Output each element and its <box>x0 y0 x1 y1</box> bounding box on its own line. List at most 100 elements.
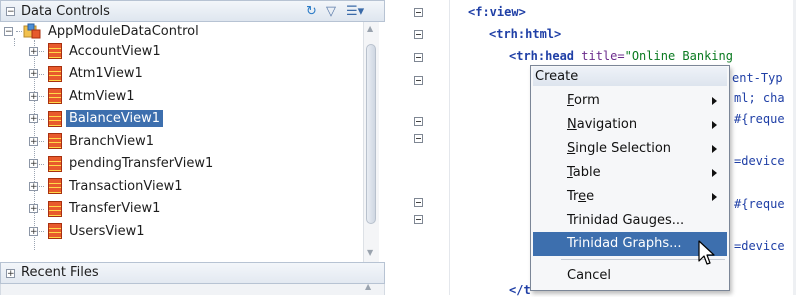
collapse-icon[interactable]: − <box>6 7 15 17</box>
expand-icon[interactable]: + <box>6 269 15 279</box>
expand-toggle-icon[interactable]: + <box>29 46 38 56</box>
view-object-icon <box>48 110 62 127</box>
submenu-arrow-icon <box>712 121 717 129</box>
expand-toggle-icon[interactable]: + <box>29 136 38 146</box>
code-text: #{reque <box>734 197 785 211</box>
fold-icon[interactable] <box>414 30 423 39</box>
view-object-icon <box>48 133 62 149</box>
view-object-icon <box>48 65 62 82</box>
tree-item-row[interactable]: + BranchView1 <box>29 131 157 151</box>
tree-scrollbar[interactable]: ▲ ▼ <box>363 22 379 262</box>
view-object-icon <box>48 43 62 59</box>
expand-toggle-icon[interactable]: + <box>29 226 38 236</box>
menu-item-label: Cancel <box>567 268 612 283</box>
data-controls-panel: − Data Controls ↻ ▽ ☰▾ − AppModuleDataCo… <box>0 0 392 295</box>
expand-toggle-icon[interactable]: − <box>4 26 13 36</box>
menu-item-form[interactable]: Form <box>533 89 727 113</box>
code-fragment: ent-Typ <box>732 71 783 85</box>
scrollbar-thumb[interactable] <box>366 44 376 224</box>
tree-item-row[interactable]: + Atm1View1 <box>29 64 146 84</box>
expand-toggle-icon[interactable]: + <box>29 159 38 169</box>
expand-toggle-icon[interactable]: + <box>29 181 38 191</box>
tree-item-label: TransactionView1 <box>69 178 183 194</box>
fold-icon[interactable] <box>414 198 423 207</box>
tree-item-row[interactable]: + TransactionView1 <box>29 176 186 196</box>
code-string: "Online Banking <box>624 49 733 63</box>
view-object-icon <box>48 178 62 194</box>
menu-item-trinidad-gauges[interactable]: Trinidad Gauges... <box>533 209 727 233</box>
data-controls-title: Data Controls <box>21 4 110 19</box>
menu-item-tree[interactable]: Tree <box>533 185 727 209</box>
tree-item-row[interactable]: + AccountView1 <box>29 41 164 61</box>
expand-toggle-icon[interactable]: + <box>29 204 38 214</box>
submenu-arrow-icon <box>712 169 717 177</box>
tree-item-row[interactable]: + BalanceView1 <box>29 109 163 129</box>
fold-icon[interactable] <box>414 8 423 17</box>
menu-item-label: Single Selection <box>567 141 672 156</box>
code-text: =device <box>734 239 785 253</box>
code-tag: <trh:html> <box>489 27 562 41</box>
menu-item-single-selection[interactable]: Single Selection <box>533 137 727 161</box>
view-options-icon[interactable]: ☰▾ <box>346 4 364 19</box>
menu-item-table[interactable]: Table <box>533 161 727 185</box>
menu-item-label: Form <box>567 93 600 108</box>
scroll-up-icon[interactable]: ▲ <box>367 24 373 33</box>
view-object-icon <box>48 88 62 104</box>
code-line-1[interactable]: <f:view> <box>468 5 526 19</box>
code-text: =device <box>734 154 785 168</box>
code-fragment: #{reque <box>734 197 785 211</box>
scroll-down-icon[interactable]: ▼ <box>367 248 373 257</box>
mouse-pointer-icon <box>698 240 715 265</box>
filter-icon[interactable]: ▽ <box>326 4 336 19</box>
tree-item-row[interactable]: + TransferView1 <box>29 199 163 219</box>
code-text: #{reque <box>734 112 785 126</box>
code-tag: <f:view> <box>468 5 526 19</box>
menu-item-label: Tree <box>567 189 595 204</box>
menu-title: Create <box>533 67 727 86</box>
code-text: ent-Typ <box>732 71 783 85</box>
code-line-3[interactable]: <trh:head title="Online Banking <box>509 49 733 63</box>
recent-files-header[interactable]: + Recent Files <box>0 262 385 284</box>
panel-footer: ▲ <box>0 282 385 295</box>
fold-icon[interactable] <box>414 76 423 85</box>
refresh-icon[interactable]: ↻ <box>306 4 317 19</box>
tree-item-label: pendingTransferView1 <box>69 156 214 171</box>
code-fragment: ml; cha <box>734 91 785 105</box>
view-object-icon <box>48 223 62 239</box>
tree-line <box>16 31 22 32</box>
submenu-arrow-icon <box>712 97 717 105</box>
submenu-arrow-icon <box>712 145 717 153</box>
code-tag: <trh:head <box>509 49 575 63</box>
tree-item-label: BranchView1 <box>69 133 154 149</box>
expand-toggle-icon[interactable]: + <box>29 69 38 79</box>
view-object-icon <box>48 155 62 172</box>
fold-icon[interactable] <box>414 53 423 62</box>
tree-root-row[interactable]: − AppModuleDataControl <box>4 21 202 41</box>
data-control-folder-icon <box>23 23 41 39</box>
expand-toggle-icon[interactable]: + <box>29 114 38 124</box>
menu-item-label: Table <box>567 165 601 180</box>
code-fragment: =device <box>734 154 785 168</box>
recent-files-title: Recent Files <box>21 265 99 280</box>
tree-item-row[interactable]: + AtmView1 <box>29 86 138 106</box>
code-line-2[interactable]: <trh:html> <box>489 27 561 41</box>
code-fragment: #{reque <box>734 112 785 126</box>
data-controls-header[interactable]: − Data Controls ↻ ▽ ☰▾ <box>0 0 385 22</box>
menu-item-label: Navigation <box>567 117 638 132</box>
data-controls-tree: − AppModuleDataControl + AccountView1 + Atm… <box>0 22 370 262</box>
tree-item-row[interactable]: + UsersView1 <box>29 221 148 241</box>
fold-icon[interactable] <box>414 134 423 143</box>
menu-item-label: Trinidad Gauges... <box>567 213 685 228</box>
view-object-icon <box>48 200 62 217</box>
menu-item-navigation[interactable]: Navigation <box>533 113 727 137</box>
tree-item-label: UsersView1 <box>69 223 145 239</box>
expand-toggle-icon[interactable]: + <box>29 91 38 101</box>
menu-item-label: Trinidad Graphs... <box>567 236 682 251</box>
fold-icon[interactable] <box>414 117 423 126</box>
tree-item-row[interactable]: + pendingTransferView1 <box>29 154 216 174</box>
code-text: ml; cha <box>734 91 785 105</box>
submenu-arrow-icon <box>712 193 717 201</box>
fold-icon[interactable] <box>414 215 423 224</box>
tree-item-label: AtmView1 <box>69 88 135 104</box>
scroll-up-icon[interactable]: ▲ <box>365 282 371 291</box>
